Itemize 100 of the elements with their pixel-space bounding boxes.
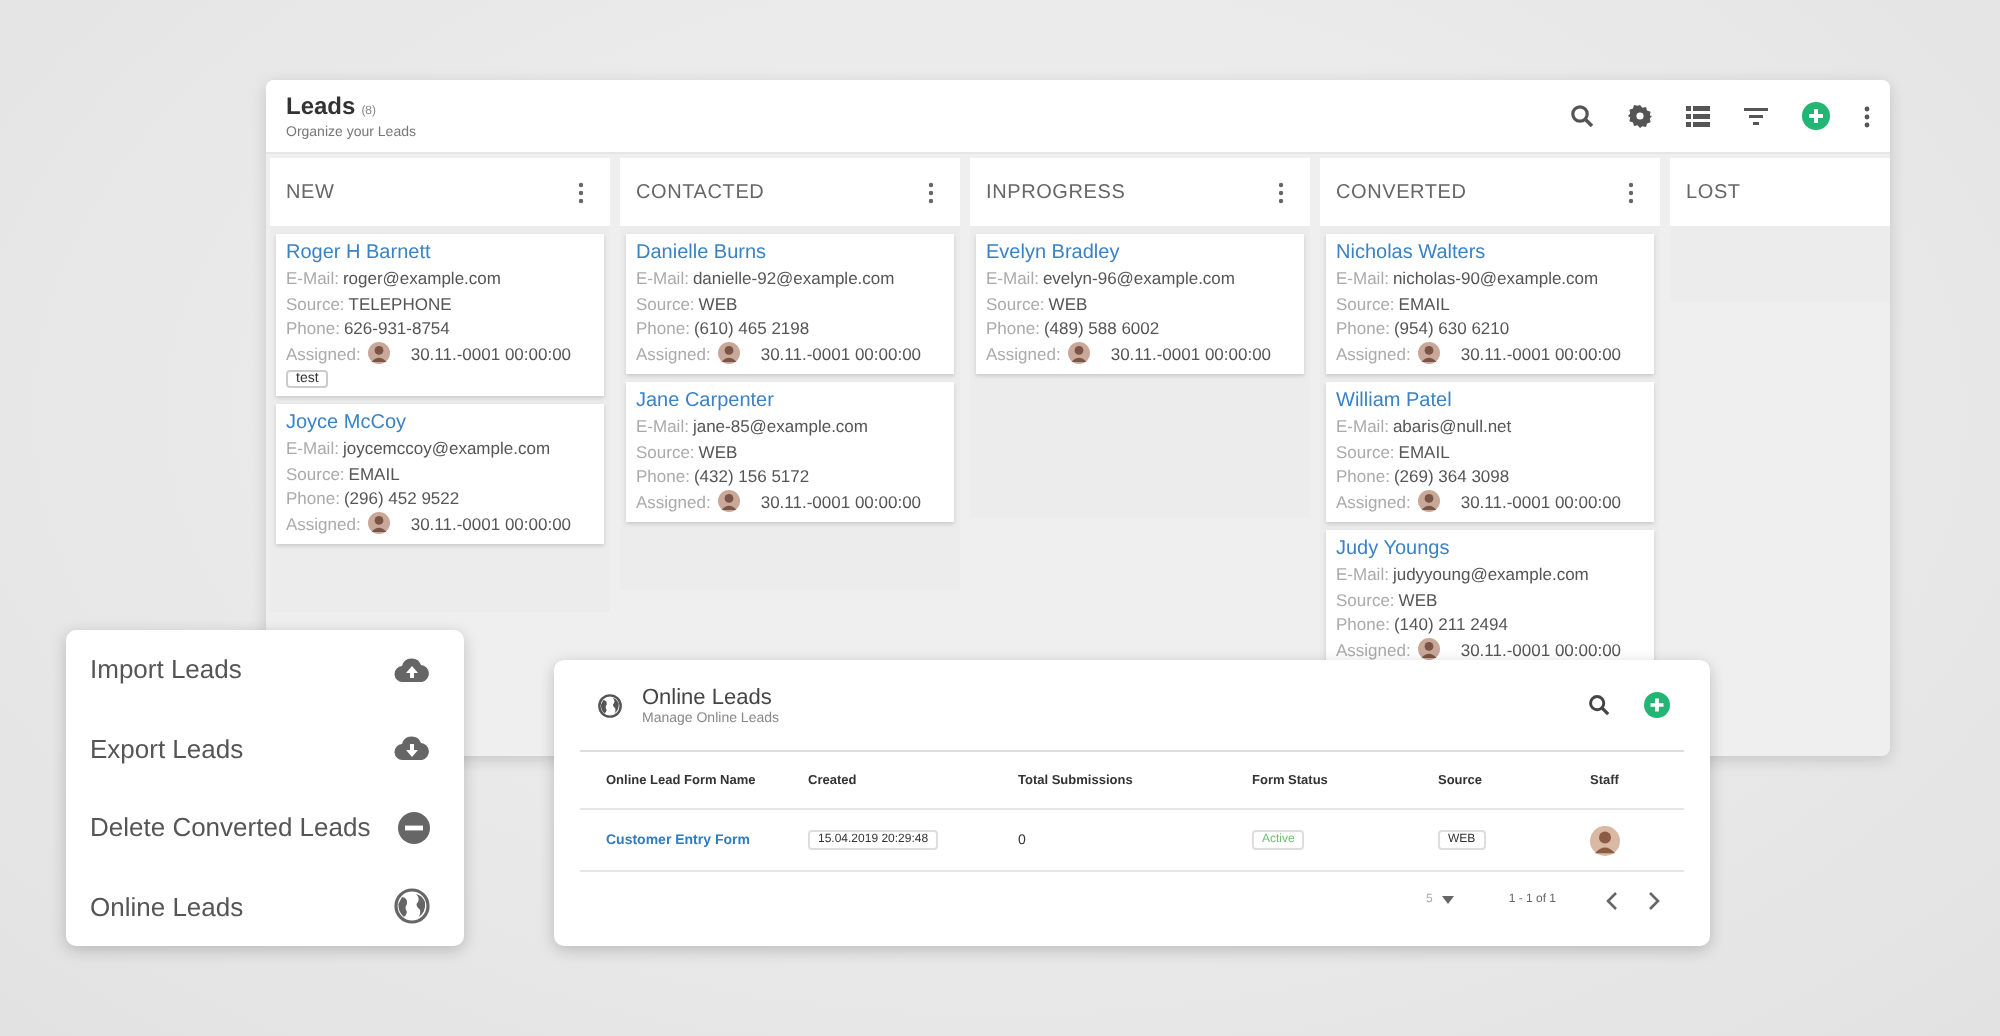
- page-title: Leads: [286, 92, 356, 120]
- assigned-date: 30.11.-0001 00:00:00: [1460, 489, 1622, 514]
- assigned-date: 30.11.-0001 00:00:00: [760, 341, 922, 366]
- more-icon[interactable]: [1278, 181, 1284, 203]
- field-label: Source:: [1336, 439, 1395, 464]
- assigned-date: 30.11.-0001 00:00:00: [410, 341, 572, 366]
- add-icon[interactable]: [1802, 102, 1830, 130]
- previous-page-icon[interactable]: [1606, 891, 1618, 909]
- column-title: LOST: [1686, 181, 1741, 203]
- lead-card[interactable]: Joyce McCoy E-Mail: joycemccoy@example.com Source: EMAIL Phone: (296) 452 9522 Assigned: 30.11.-0001 00:00:00: [276, 404, 604, 544]
- field-value: TELEPHONE: [348, 291, 452, 316]
- globe-icon: [394, 888, 430, 925]
- assigned-date: 30.11.-0001 00:00:00: [1460, 637, 1622, 662]
- field-label: Assigned:: [286, 511, 361, 536]
- field-value: evelyn-96@example.com: [1042, 266, 1235, 291]
- field-value: (140) 211 2494: [1393, 612, 1508, 637]
- field-label: Assigned:: [1336, 637, 1411, 662]
- field-value: WEB: [698, 439, 738, 464]
- cloud-download-icon: [394, 736, 430, 761]
- more-icon[interactable]: [578, 181, 584, 203]
- column-title: CONVERTED: [1336, 181, 1467, 203]
- field-label: Phone:: [286, 316, 340, 341]
- field-label: Phone:: [986, 316, 1040, 341]
- field-label: Phone:: [1336, 316, 1390, 341]
- lead-name[interactable]: William Patel: [1336, 390, 1452, 412]
- lead-name[interactable]: Judy Youngs: [1336, 538, 1450, 560]
- lead-card[interactable]: Nicholas Walters E-Mail: nicholas-90@example.com Source: EMAIL Phone: (954) 630 6210 Assigned: 30.11.-0001 00:00:00: [1326, 234, 1654, 374]
- field-value: (610) 465 2198: [693, 316, 810, 341]
- lead-name[interactable]: Jane Carpenter: [636, 390, 774, 412]
- lead-name[interactable]: Joyce McCoy: [286, 412, 407, 434]
- assigned-date: 30.11.-0001 00:00:00: [410, 511, 572, 536]
- menu-item[interactable]: Export Leads: [66, 709, 464, 788]
- more-icon[interactable]: [1628, 181, 1634, 203]
- field-value: (269) 364 3098: [1393, 464, 1510, 489]
- field-label: Source:: [1336, 291, 1395, 316]
- field-label: Assigned:: [1336, 341, 1411, 366]
- field-label: Phone:: [286, 486, 340, 511]
- field-value: joycemccoy@example.com: [342, 436, 551, 461]
- field-label: Source:: [286, 461, 345, 486]
- field-label: E-Mail:: [286, 436, 339, 461]
- lead-name[interactable]: Danielle Burns: [636, 242, 767, 264]
- filter-icon[interactable]: [1744, 107, 1768, 125]
- assigned-date: 30.11.-0001 00:00:00: [1110, 341, 1272, 366]
- field-value: (432) 156 5172: [693, 464, 810, 489]
- panel-title: Online Leads: [642, 685, 774, 709]
- avatar-icon: [1418, 342, 1441, 365]
- lead-card[interactable]: Jane Carpenter E-Mail: jane-85@example.com Source: WEB Phone: (432) 156 5172 Assigned: 30.11.-0001 00:00:00: [626, 382, 954, 522]
- search-icon[interactable]: [1570, 104, 1594, 128]
- avatar-icon: [1590, 825, 1620, 855]
- avatar-icon: [1418, 638, 1441, 661]
- avatar-icon: [368, 512, 391, 535]
- add-icon[interactable]: [1644, 692, 1670, 718]
- next-page-icon[interactable]: [1648, 891, 1660, 909]
- field-value: (296) 452 9522: [343, 486, 460, 511]
- field-label: E-Mail:: [986, 266, 1039, 291]
- field-label: Assigned:: [636, 341, 711, 366]
- field-value: danielle-92@example.com: [692, 266, 895, 291]
- field-label: Assigned:: [1336, 489, 1411, 514]
- field-label: Source:: [286, 291, 345, 316]
- field-label: Assigned:: [636, 489, 711, 514]
- lead-name[interactable]: Roger H Barnett: [286, 242, 431, 264]
- lead-card[interactable]: William Patel E-Mail: abaris@null.net Source: EMAIL Phone: (269) 364 3098 Assigned: 30.11.-0001 00:00:00: [1326, 382, 1654, 522]
- lead-name[interactable]: Evelyn Bradley: [986, 242, 1120, 264]
- assigned-date: 30.11.-0001 00:00:00: [760, 489, 922, 514]
- cloud-upload-icon: [394, 657, 430, 682]
- lead-card[interactable]: Danielle Burns E-Mail: danielle-92@example.com Source: WEB Phone: (610) 465 2198 Assigned: 30.11.-0001 00:00:00: [626, 234, 954, 374]
- assigned-date: 30.11.-0001 00:00:00: [1460, 341, 1622, 366]
- field-label: Source:: [1336, 587, 1395, 612]
- field-value: WEB: [1048, 291, 1088, 316]
- avatar-icon: [1418, 490, 1441, 513]
- list-icon[interactable]: [1686, 105, 1710, 127]
- field-label: E-Mail:: [1336, 266, 1389, 291]
- avatar-icon: [368, 342, 391, 365]
- field-value: abaris@null.net: [1392, 414, 1512, 439]
- field-label: E-Mail:: [636, 414, 689, 439]
- field-label: Phone:: [636, 464, 690, 489]
- menu-item[interactable]: Delete Converted Leads: [66, 788, 464, 867]
- field-value: roger@example.com: [342, 266, 501, 291]
- field-label: Assigned:: [986, 341, 1061, 366]
- search-icon[interactable]: [1588, 694, 1610, 716]
- field-value: (489) 588 6002: [1043, 316, 1160, 341]
- field-label: Source:: [636, 439, 695, 464]
- field-label: Assigned:: [286, 341, 361, 366]
- settings-icon[interactable]: [1628, 104, 1652, 128]
- field-value: nicholas-90@example.com: [1392, 266, 1599, 291]
- more-icon[interactable]: [1864, 105, 1870, 127]
- lead-name[interactable]: Nicholas Walters: [1336, 242, 1486, 264]
- field-value: EMAIL: [348, 461, 400, 486]
- menu-item[interactable]: Online Leads: [66, 867, 464, 946]
- field-value: 626-931-8754: [343, 316, 450, 341]
- menu-item[interactable]: Import Leads: [66, 630, 464, 709]
- globe-icon: [598, 693, 622, 717]
- lead-card[interactable]: Evelyn Bradley E-Mail: evelyn-96@example.com Source: WEB Phone: (489) 588 6002 Assigned: 30.11.-0001 00:00:00: [976, 234, 1304, 374]
- more-icon[interactable]: [928, 181, 934, 203]
- avatar-icon: [1068, 342, 1091, 365]
- avatar-icon: [718, 342, 741, 365]
- avatar-icon: [718, 490, 741, 513]
- field-value: jane-85@example.com: [692, 414, 868, 439]
- field-value: WEB: [698, 291, 738, 316]
- minus-circle-icon: [398, 811, 430, 844]
